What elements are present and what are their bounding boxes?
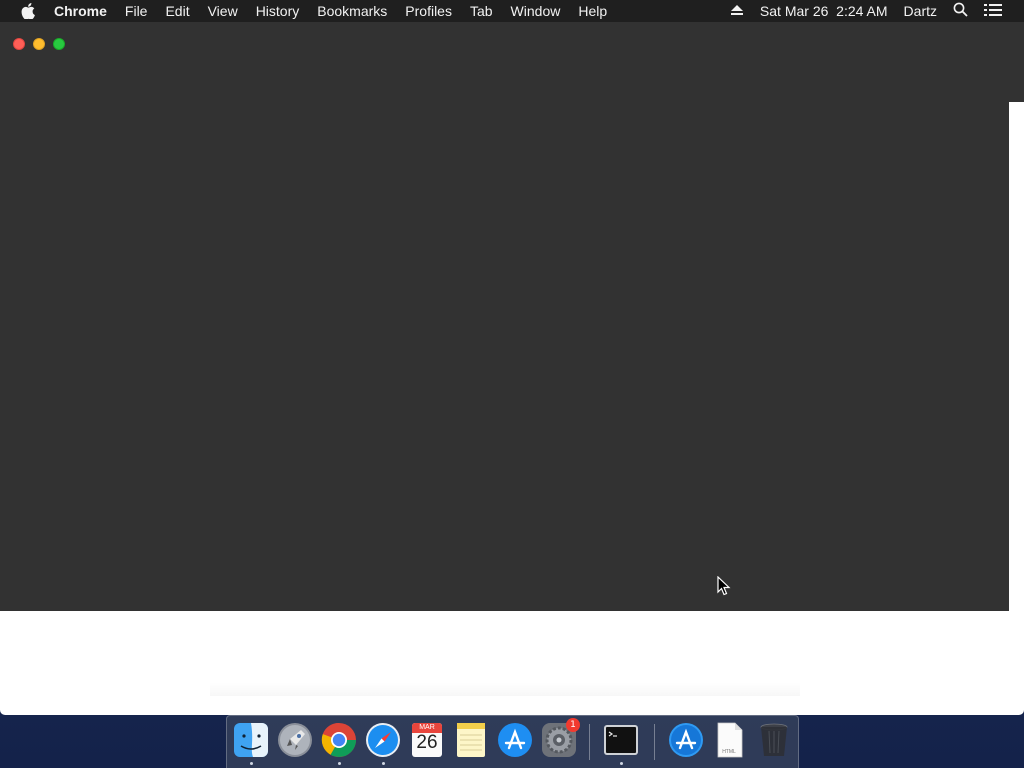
dock-item-trash[interactable] [755,721,793,761]
app-store-icon [498,723,532,757]
dock-item-applications[interactable] [667,721,705,761]
minimize-button[interactable] [33,38,45,50]
menu-file[interactable]: File [125,3,148,19]
menu-history[interactable]: History [256,3,300,19]
calendar-day: 26 [416,732,438,753]
window-shadow [210,682,800,696]
menu-view[interactable]: View [208,3,238,19]
terminal-icon [604,725,638,755]
menu-help[interactable]: Help [578,3,607,19]
safari-icon [366,723,400,757]
list-icon[interactable] [984,3,1002,19]
running-indicator [337,762,341,765]
running-indicator [249,762,253,765]
notification-badge: 1 [566,718,580,732]
mouse-cursor-icon [717,575,731,596]
dock-item-calendar[interactable]: MAR 26 [408,721,446,761]
menu-window[interactable]: Window [511,3,561,19]
window-content[interactable] [0,22,1009,611]
dock-item-system-preferences[interactable]: 1 [540,718,580,761]
dock-item-chrome[interactable] [320,721,358,765]
eject-icon[interactable] [730,3,744,19]
dock-item-safari[interactable] [364,721,402,765]
app-store-folder-icon [669,723,703,757]
file-type-label: HTML [722,749,736,755]
menu-bar: Chrome File Edit View History Bookmarks … [0,0,1024,22]
menu-clock[interactable]: Sat Mar 26 2:24 AM [760,3,888,19]
chrome-icon [321,722,356,757]
trash-icon [760,723,788,756]
menu-bar-status-area: Sat Mar 26 2:24 AM Dartz [730,0,1024,22]
window-titlebar-edge [1009,22,1024,102]
dock-separator [654,724,655,760]
close-button[interactable] [13,38,25,50]
menu-bookmarks[interactable]: Bookmarks [317,3,387,19]
menu-edit[interactable]: Edit [165,3,189,19]
launchpad-icon [278,723,312,757]
dock-item-app-store[interactable] [496,721,534,761]
apple-icon[interactable] [17,3,39,19]
dock-item-notes[interactable] [452,721,490,761]
dock: MAR 26 1 HTML [226,715,799,768]
menu-profiles[interactable]: Profiles [405,3,452,19]
running-indicator [381,762,385,765]
notes-icon [457,723,485,757]
dock-item-launchpad[interactable] [276,721,314,761]
menu-user[interactable]: Dartz [904,3,937,19]
chrome-window [0,22,1024,715]
finder-icon [234,723,268,757]
dock-item-html-file[interactable]: HTML [711,721,749,761]
menu-app-name[interactable]: Chrome [54,3,107,19]
menu-tab[interactable]: Tab [470,3,493,19]
zoom-button[interactable] [53,38,65,50]
dock-separator [589,724,590,760]
search-icon[interactable] [953,2,968,20]
dock-item-finder[interactable] [232,721,270,765]
running-indicator [619,762,623,765]
dock-item-terminal[interactable] [602,721,640,765]
